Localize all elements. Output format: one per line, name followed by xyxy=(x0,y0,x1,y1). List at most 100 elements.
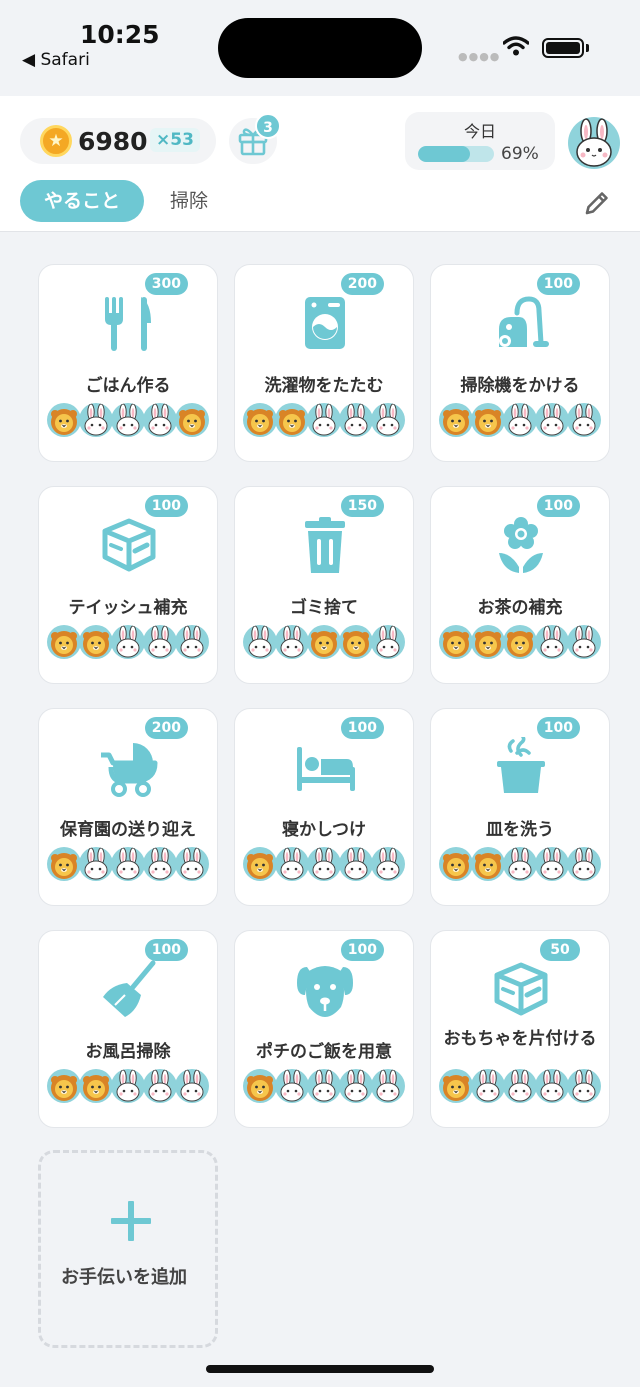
rabbit-face-icon xyxy=(535,403,569,437)
bed-icon xyxy=(293,737,357,797)
points-badge: 100 xyxy=(536,717,580,739)
lion-face-icon xyxy=(243,1069,277,1103)
dynamic-island xyxy=(218,18,422,78)
task-card[interactable]: 150 ゴミ捨て xyxy=(234,486,414,684)
rabbit-face-icon xyxy=(567,1069,601,1103)
today-label: 今日 xyxy=(463,122,496,141)
lion-face-icon xyxy=(275,403,309,437)
signal-icon: ●●●● xyxy=(458,50,501,63)
lion-face-icon xyxy=(307,625,341,659)
pot-icon xyxy=(489,735,553,797)
rabbit-face-icon xyxy=(243,625,277,659)
lion-face-icon xyxy=(47,1069,81,1103)
task-card[interactable]: 100 お茶の補充 xyxy=(430,486,610,684)
task-title: ごはん作る xyxy=(85,376,171,396)
task-title: ゴミ捨て xyxy=(290,598,358,618)
pencil-icon[interactable] xyxy=(582,188,612,218)
points-badge: 150 xyxy=(340,495,384,517)
task-title: ポチのご飯を用意 xyxy=(256,1042,392,1062)
progress-bar xyxy=(418,146,494,162)
rabbit-face-icon xyxy=(503,847,537,881)
tab-souji[interactable]: 掃除 xyxy=(170,180,208,222)
rabbit-face-icon xyxy=(339,847,373,881)
today-progress: 今日 69% xyxy=(405,112,555,170)
plus-icon xyxy=(111,1201,151,1241)
fork-knife-icon xyxy=(97,293,161,353)
rabbit-face-icon xyxy=(143,847,177,881)
rabbit-face-icon xyxy=(143,625,177,659)
task-card[interactable]: 50 おもちゃを片付ける xyxy=(430,930,610,1128)
task-title: 洗濯物をたたむ xyxy=(264,376,384,396)
task-card[interactable]: 100 寝かしつけ xyxy=(234,708,414,906)
task-card[interactable]: 100 お風呂掃除 xyxy=(38,930,218,1128)
task-title: 掃除機をかける xyxy=(460,376,580,396)
coin-count: 6980 xyxy=(78,127,148,156)
vacuum-cleaner-icon xyxy=(489,293,553,353)
rabbit-face-icon xyxy=(175,1069,209,1103)
task-card[interactable]: 200 洗濯物をたたむ xyxy=(234,264,414,462)
rabbit-face-icon xyxy=(111,847,145,881)
rabbit-face-icon xyxy=(307,403,341,437)
stroller-icon xyxy=(97,737,161,797)
rabbit-face-icon xyxy=(567,403,601,437)
rabbit-face-icon xyxy=(371,1069,405,1103)
points-badge: 200 xyxy=(144,717,188,739)
assignee-faces xyxy=(47,625,211,659)
lion-face-icon xyxy=(47,625,81,659)
lion-face-icon xyxy=(439,625,473,659)
task-card[interactable]: 100 掃除機をかける xyxy=(430,264,610,462)
coin-icon xyxy=(40,125,72,157)
lion-face-icon xyxy=(47,847,81,881)
rabbit-face-icon xyxy=(111,1069,145,1103)
rabbit-face-icon xyxy=(471,1069,505,1103)
assignee-faces xyxy=(439,1069,603,1103)
lion-face-icon xyxy=(47,403,81,437)
rabbit-face-icon xyxy=(503,403,537,437)
battery-icon xyxy=(542,38,584,58)
task-title: おもちゃを片付ける xyxy=(443,1029,597,1049)
app-header: 6980 ×53 今日 69% やること 掃除 xyxy=(0,96,640,232)
rabbit-face-icon xyxy=(535,847,569,881)
assignee-faces xyxy=(47,403,211,437)
points-badge: 100 xyxy=(144,495,188,517)
lion-face-icon xyxy=(339,625,373,659)
rabbit-face-icon xyxy=(339,403,373,437)
add-task-button[interactable]: お手伝いを追加 xyxy=(38,1150,218,1348)
tab-yarukoto[interactable]: やること xyxy=(20,180,144,222)
rabbit-face-icon xyxy=(567,625,601,659)
rabbit-face-icon xyxy=(535,625,569,659)
status-time: 10:25 xyxy=(80,20,160,49)
assignee-faces xyxy=(439,403,603,437)
assignee-faces xyxy=(243,625,407,659)
lion-face-icon xyxy=(471,403,505,437)
rabbit-face-icon xyxy=(275,847,309,881)
rabbit-face-icon xyxy=(275,1069,309,1103)
task-title: 皿を洗う xyxy=(486,820,554,840)
today-percent: 69% xyxy=(501,144,539,164)
gift-count-badge: 3 xyxy=(255,113,281,139)
lion-face-icon xyxy=(243,847,277,881)
user-avatar[interactable] xyxy=(568,117,620,169)
task-card[interactable]: 100 テイッシュ補充 xyxy=(38,486,218,684)
rabbit-face-icon xyxy=(307,847,341,881)
rabbit-face-icon xyxy=(111,403,145,437)
lion-face-icon xyxy=(79,625,113,659)
task-card[interactable]: 100 皿を洗う xyxy=(430,708,610,906)
task-card[interactable]: 200 保育園の送り迎え xyxy=(38,708,218,906)
task-card[interactable]: 100 ポチのご飯を用意 xyxy=(234,930,414,1128)
washing-machine-icon xyxy=(293,293,357,353)
trash-can-icon xyxy=(293,515,357,575)
status-bar: 10:25 ◀ Safari ●●●● xyxy=(0,0,640,96)
progress-fill xyxy=(418,146,471,162)
rabbit-face-icon xyxy=(143,1069,177,1103)
back-to-safari-link[interactable]: ◀ Safari xyxy=(22,50,90,70)
add-task-label: お手伝いを追加 xyxy=(61,1267,187,1288)
coin-balance[interactable]: 6980 ×53 xyxy=(20,118,216,164)
points-badge: 100 xyxy=(144,939,188,961)
lion-face-icon xyxy=(243,403,277,437)
task-card[interactable]: 300 ごはん作る xyxy=(38,264,218,462)
lion-face-icon xyxy=(175,403,209,437)
rabbit-face-icon xyxy=(275,625,309,659)
assignee-faces xyxy=(47,847,211,881)
lion-face-icon xyxy=(503,625,537,659)
